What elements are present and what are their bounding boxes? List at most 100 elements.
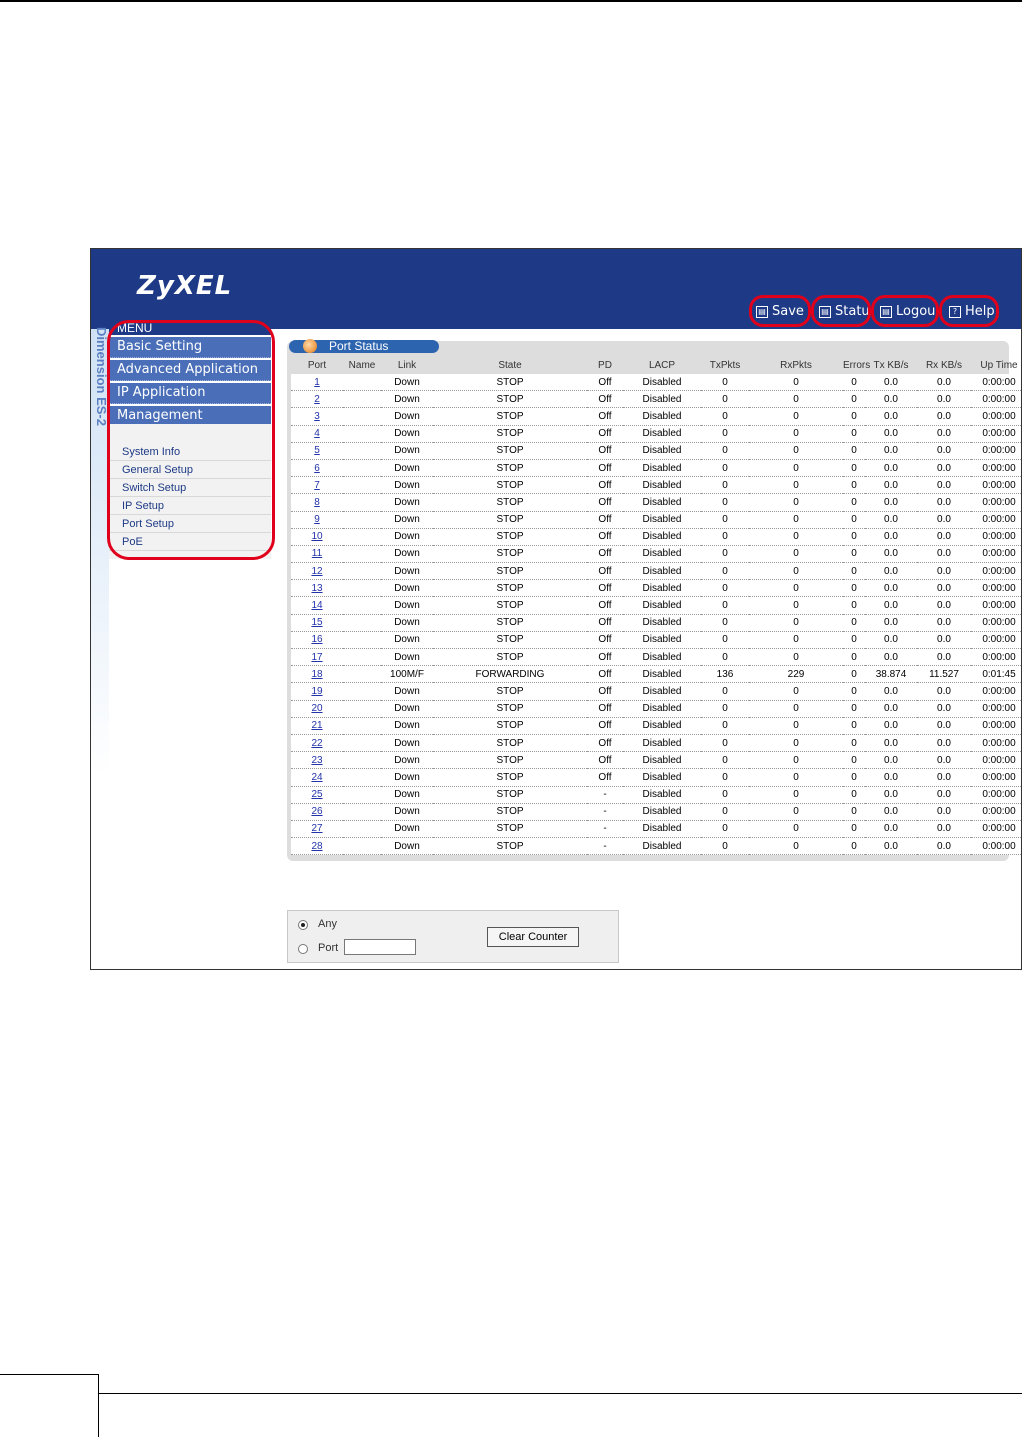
table-row: 12 Down STOP Off Disabled 0 0 0 0.0 0.0 0:00:00	[291, 562, 1021, 581]
table-row: 18 100M/F FORWARDING Off Disabled 136 229 0 38.8…	[291, 665, 1021, 684]
cell-name	[343, 493, 381, 512]
cell-link: Down	[381, 579, 433, 598]
cell-port[interactable]: 1	[291, 374, 343, 392]
cell-port[interactable]: 19	[291, 682, 343, 701]
cell-up-time: 0:00:00	[971, 596, 1021, 615]
cell-rx-kbs: 0.0	[917, 786, 971, 804]
cell-state: STOP	[433, 407, 587, 426]
cell-rxpkts: 0	[749, 528, 843, 546]
cell-port[interactable]: 25	[291, 786, 343, 804]
cell-port[interactable]: 20	[291, 700, 343, 718]
cell-errors: 0	[843, 614, 865, 632]
cell-txpkts: 0	[701, 751, 749, 770]
table-row: 23 Down STOP Off Disabled 0 0 0 0.0 0.0 0:00:00	[291, 751, 1021, 770]
table-row: 27 Down STOP - Disabled 0 0 0 0.0 0.0 0:00:00	[291, 820, 1021, 839]
page-top-rule	[0, 0, 1022, 2]
cell-port[interactable]: 28	[291, 837, 343, 856]
cell-port[interactable]: 9	[291, 511, 343, 529]
cell-lacp: Disabled	[623, 459, 701, 478]
table-row: 22 Down STOP Off Disabled 0 0 0 0.0 0.0 0:00:00	[291, 734, 1021, 753]
cell-port[interactable]: 3	[291, 407, 343, 426]
cell-port[interactable]: 8	[291, 493, 343, 512]
cell-name	[343, 476, 381, 495]
cell-port[interactable]: 18	[291, 665, 343, 684]
cell-port[interactable]: 22	[291, 734, 343, 753]
cell-link: 100M/F	[381, 665, 433, 684]
cell-port[interactable]: 21	[291, 717, 343, 735]
cell-rx-kbs: 11.527	[917, 665, 971, 684]
cell-up-time: 0:00:00	[971, 442, 1021, 460]
cell-rx-kbs: 0.0	[917, 803, 971, 821]
cell-rx-kbs: 0.0	[917, 734, 971, 753]
cell-port[interactable]: 4	[291, 425, 343, 443]
cell-port[interactable]: 15	[291, 614, 343, 632]
cell-tx-kbs: 0.0	[865, 493, 917, 512]
cell-pd: Off	[587, 562, 623, 581]
cell-pd: Off	[587, 407, 623, 426]
port-number-input[interactable]	[344, 939, 416, 955]
cell-port[interactable]: 5	[291, 442, 343, 460]
cell-state: STOP	[433, 786, 587, 804]
annotation-ring-menu	[107, 320, 275, 560]
cell-port[interactable]: 10	[291, 528, 343, 546]
cell-port[interactable]: 12	[291, 562, 343, 581]
cell-port[interactable]: 14	[291, 596, 343, 615]
cell-tx-kbs: 0.0	[865, 803, 917, 821]
cell-lacp: Disabled	[623, 528, 701, 546]
annotation-ring-save	[749, 295, 811, 327]
cell-state: STOP	[433, 700, 587, 718]
cell-errors: 0	[843, 493, 865, 512]
cell-port[interactable]: 2	[291, 390, 343, 409]
cell-tx-kbs: 0.0	[865, 545, 917, 564]
cell-port[interactable]: 7	[291, 476, 343, 495]
cell-rxpkts: 0	[749, 734, 843, 753]
cell-state: STOP	[433, 803, 587, 821]
cell-state: STOP	[433, 579, 587, 598]
cell-link: Down	[381, 631, 433, 650]
any-radio[interactable]	[298, 920, 308, 930]
cell-rxpkts: 0	[749, 717, 843, 735]
cell-link: Down	[381, 545, 433, 564]
cell-rx-kbs: 0.0	[917, 751, 971, 770]
cell-lacp: Disabled	[623, 545, 701, 564]
table-row: 24 Down STOP Off Disabled 0 0 0 0.0 0.0 0:00:00	[291, 768, 1021, 787]
cell-port[interactable]: 27	[291, 820, 343, 839]
cell-link: Down	[381, 803, 433, 821]
cell-txpkts: 0	[701, 390, 749, 409]
cell-lacp: Disabled	[623, 476, 701, 495]
cell-pd: Off	[587, 476, 623, 495]
cell-state: STOP	[433, 562, 587, 581]
cell-port[interactable]: 26	[291, 803, 343, 821]
cell-port[interactable]: 17	[291, 648, 343, 667]
cell-txpkts: 0	[701, 562, 749, 581]
cell-rxpkts: 0	[749, 631, 843, 650]
cell-errors: 0	[843, 545, 865, 564]
cell-rx-kbs: 0.0	[917, 717, 971, 735]
clear-counter-button[interactable]: Clear Counter	[487, 927, 579, 947]
cell-rxpkts: 0	[749, 751, 843, 770]
cell-port[interactable]: 24	[291, 768, 343, 787]
annotation-ring-help	[939, 295, 999, 327]
cell-errors: 0	[843, 648, 865, 667]
cell-link: Down	[381, 390, 433, 409]
cell-port[interactable]: 11	[291, 545, 343, 564]
cell-port[interactable]: 13	[291, 579, 343, 598]
port-radio[interactable]	[298, 944, 308, 954]
cell-txpkts: 0	[701, 786, 749, 804]
table-row: 21 Down STOP Off Disabled 0 0 0 0.0 0.0 0:00:00	[291, 717, 1021, 735]
cell-link: Down	[381, 476, 433, 495]
table-row: 15 Down STOP Off Disabled 0 0 0 0.0 0.0 0:00:00	[291, 614, 1021, 632]
cell-tx-kbs: 0.0	[865, 682, 917, 701]
cell-lacp: Disabled	[623, 614, 701, 632]
cell-pd: -	[587, 820, 623, 839]
col-header-state: State	[498, 360, 522, 371]
col-header-rxpkts: RxPkts	[780, 360, 812, 371]
cell-port[interactable]: 6	[291, 459, 343, 478]
cell-port[interactable]: 16	[291, 631, 343, 650]
cell-tx-kbs: 0.0	[865, 528, 917, 546]
cell-txpkts: 0	[701, 545, 749, 564]
cell-errors: 0	[843, 700, 865, 718]
cell-port[interactable]: 23	[291, 751, 343, 770]
cell-lacp: Disabled	[623, 700, 701, 718]
cell-errors: 0	[843, 374, 865, 392]
